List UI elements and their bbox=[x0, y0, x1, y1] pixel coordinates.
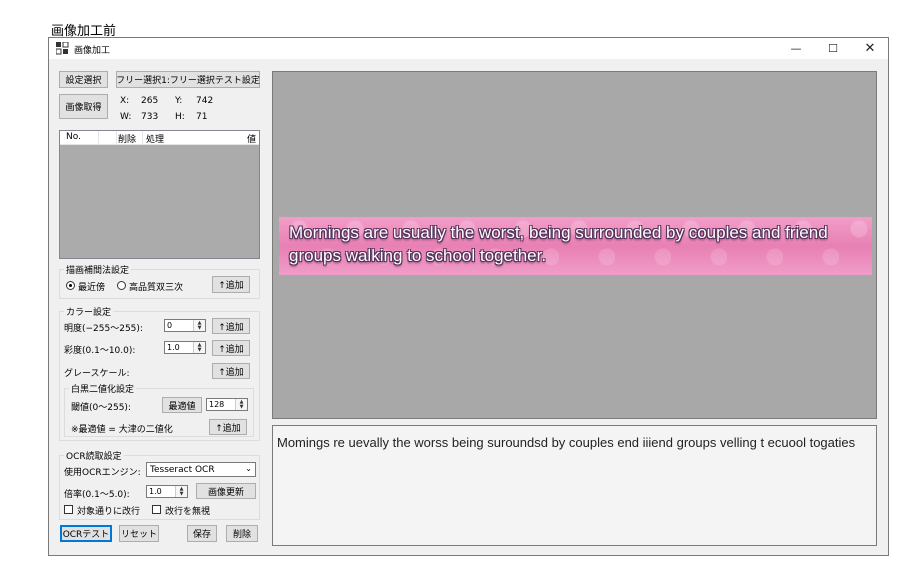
ignore-newline-label[interactable]: 改行を無視 bbox=[165, 504, 210, 517]
grayscale-label: グレースケール: bbox=[64, 369, 130, 379]
reset-button[interactable]: リセット bbox=[119, 525, 159, 542]
title-bar: 画像加工 — ☐ ✕ bbox=[49, 38, 888, 59]
w-label: W: bbox=[120, 112, 132, 122]
threshold-label: 閾値(0〜255): bbox=[71, 403, 131, 413]
capture-button[interactable]: 画像取得 bbox=[59, 94, 108, 119]
brightness-add-button[interactable]: ↑追加 bbox=[212, 318, 250, 334]
brightness-stepper[interactable]: 0 ▲ ▼ bbox=[164, 319, 206, 332]
preview-image-text: Mornings are usually the worst, being su… bbox=[289, 223, 828, 265]
brightness-label: 明度(−255〜255): bbox=[64, 324, 143, 334]
binarize-group: 白黒二値化設定 閾値(0〜255): 最適値 128 ▲ ▼ ※最適値 = 大津の… bbox=[64, 382, 254, 437]
engine-select[interactable]: Tesseract OCR ⌄ bbox=[146, 462, 256, 477]
spinner-arrows-icon[interactable]: ▲ ▼ bbox=[193, 320, 205, 331]
spinner-arrows-icon[interactable]: ▲ ▼ bbox=[235, 399, 247, 410]
w-value: 733 bbox=[141, 112, 159, 122]
radio-bicubic[interactable] bbox=[117, 281, 126, 290]
scale-label: 倍率(0.1〜5.0): bbox=[64, 490, 130, 500]
color-group: カラー設定 明度(−255〜255): 0 ▲ ▼ ↑追加 彩度(0.1〜10.0… bbox=[59, 305, 260, 441]
minimize-icon[interactable]: — bbox=[778, 38, 814, 59]
x-value: 265 bbox=[141, 96, 159, 106]
refresh-image-button[interactable]: 画像更新 bbox=[196, 483, 256, 499]
engine-value[interactable]: Tesseract OCR bbox=[150, 465, 215, 475]
radio-bicubic-label[interactable]: 高品質双三次 bbox=[129, 280, 183, 293]
ocr-title: OCR読取設定 bbox=[64, 449, 124, 462]
x-label: X: bbox=[120, 96, 130, 106]
interpolation-group: 描画補間法設定 最近傍 高品質双三次 ↑追加 bbox=[59, 263, 260, 299]
y-label: Y: bbox=[175, 96, 183, 106]
column-delete[interactable]: 削除 bbox=[118, 132, 136, 145]
ocr-result-textbox[interactable]: Momings re uevally the worss being surou… bbox=[272, 425, 877, 546]
column-process[interactable]: 処理 bbox=[146, 132, 164, 145]
spinner-arrows-icon[interactable]: ▲ ▼ bbox=[175, 486, 187, 497]
close-icon[interactable]: ✕ bbox=[852, 38, 888, 59]
app-icon bbox=[56, 42, 69, 55]
spinner-arrows-icon[interactable]: ▲ ▼ bbox=[193, 342, 205, 353]
optimal-value-button[interactable]: 最適値 bbox=[162, 397, 202, 413]
interpolation-add-button[interactable]: ↑追加 bbox=[212, 276, 250, 293]
preview-image: Mornings are usually the worst, being su… bbox=[279, 217, 872, 275]
wrap-checkbox[interactable] bbox=[64, 505, 73, 514]
brightness-value[interactable]: 0 bbox=[167, 321, 172, 330]
scale-stepper[interactable]: 1.0 ▲ ▼ bbox=[146, 485, 188, 498]
settings-select-button[interactable]: 設定選択 bbox=[59, 71, 108, 88]
otsu-note: ※最適値 = 大津の二値化 bbox=[71, 425, 173, 435]
saturation-label: 彩度(0.1〜10.0): bbox=[64, 346, 136, 356]
interpolation-title: 描画補間法設定 bbox=[64, 263, 132, 276]
save-button[interactable]: 保存 bbox=[187, 525, 217, 542]
threshold-value[interactable]: 128 bbox=[209, 400, 224, 409]
engine-label: 使用OCRエンジン: bbox=[64, 468, 141, 478]
saturation-stepper[interactable]: 1.0 ▲ ▼ bbox=[164, 341, 206, 354]
ignore-newline-checkbox[interactable] bbox=[152, 505, 161, 514]
binarize-title: 白黒二値化設定 bbox=[69, 382, 137, 395]
column-no[interactable]: No. bbox=[66, 132, 81, 142]
process-list[interactable]: No. 削除 処理 値 bbox=[59, 130, 260, 259]
grayscale-add-button[interactable]: ↑追加 bbox=[212, 363, 250, 379]
saturation-value[interactable]: 1.0 bbox=[167, 343, 180, 352]
wrap-checkbox-label[interactable]: 対象通りに改行 bbox=[77, 504, 140, 517]
maximize-icon[interactable]: ☐ bbox=[815, 38, 851, 59]
saturation-add-button[interactable]: ↑追加 bbox=[212, 340, 250, 356]
settings-value-button[interactable]: フリー選択1:フリー選択テスト設定 bbox=[116, 71, 260, 88]
column-value[interactable]: 値 bbox=[247, 132, 256, 145]
color-title: カラー設定 bbox=[64, 305, 114, 318]
radio-nearest-label[interactable]: 最近傍 bbox=[78, 280, 105, 293]
process-list-header: No. 削除 処理 値 bbox=[60, 131, 259, 145]
window-title: 画像加工 bbox=[74, 46, 111, 56]
ocr-group: OCR読取設定 使用OCRエンジン: Tesseract OCR ⌄ 倍率(0.… bbox=[59, 449, 260, 520]
y-value: 742 bbox=[196, 96, 214, 106]
scale-value[interactable]: 1.0 bbox=[149, 487, 162, 496]
binarize-add-button[interactable]: ↑追加 bbox=[209, 419, 247, 435]
ocr-test-button[interactable]: OCRテスト bbox=[60, 525, 112, 542]
threshold-stepper[interactable]: 128 ▲ ▼ bbox=[206, 398, 248, 411]
h-label: H: bbox=[175, 112, 185, 122]
app-window: 画像加工 — ☐ ✕ 設定選択 フリー選択1:フリー選択テスト設定 画像取得 X… bbox=[48, 37, 889, 556]
delete-button[interactable]: 削除 bbox=[226, 525, 258, 542]
chevron-down-icon[interactable]: ⌄ bbox=[245, 464, 252, 473]
radio-nearest[interactable] bbox=[66, 281, 75, 290]
h-value: 71 bbox=[196, 112, 208, 122]
image-preview[interactable]: Mornings are usually the worst, being su… bbox=[272, 71, 877, 419]
